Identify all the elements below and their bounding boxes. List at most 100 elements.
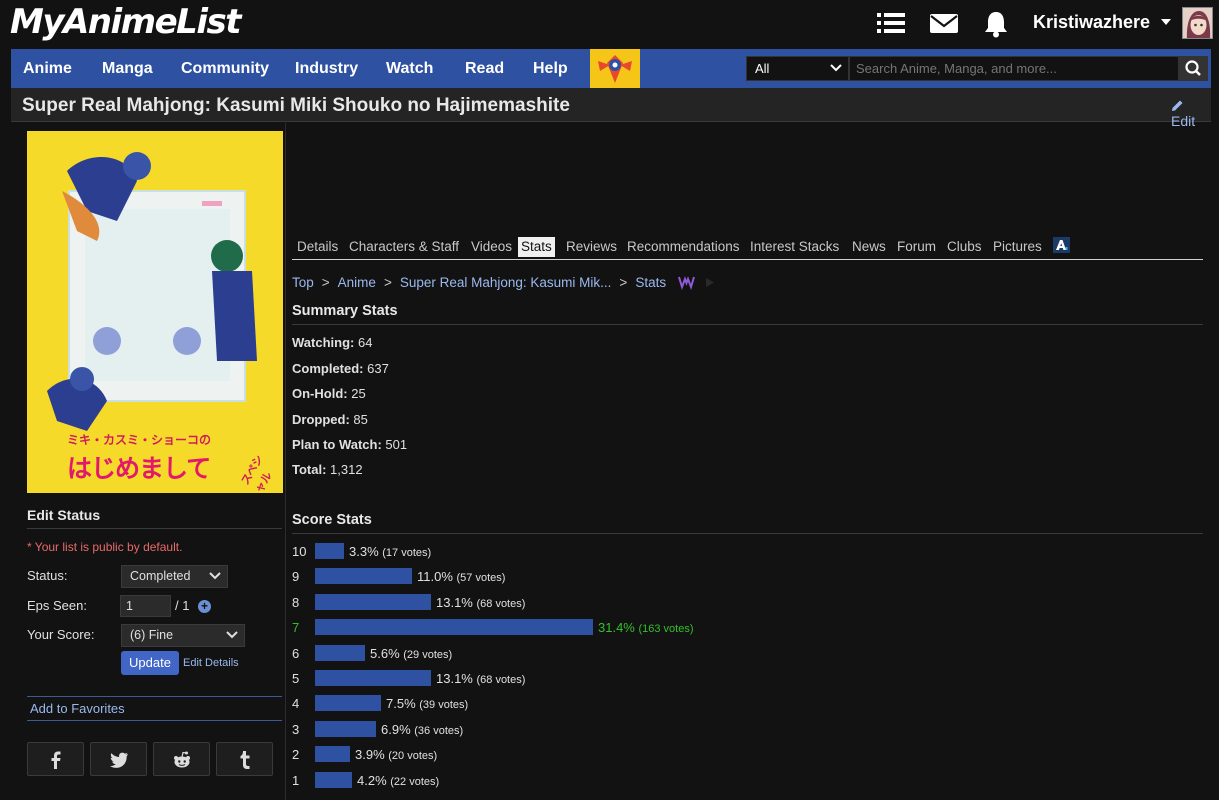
nav-help[interactable]: Help <box>533 60 568 78</box>
search-filter-select[interactable]: All <box>746 56 849 81</box>
tab-reviews[interactable]: Reviews <box>563 239 620 259</box>
score-votes: (20 votes) <box>388 750 438 763</box>
reddit-icon <box>174 751 190 768</box>
nav-manga[interactable]: Manga <box>102 60 153 78</box>
score-percent: 5.6% (29 votes) <box>370 645 453 661</box>
tab-forum[interactable]: Forum <box>894 239 939 259</box>
update-button[interactable]: Update <box>121 651 179 675</box>
breadcrumb-title[interactable]: Super Real Mahjong: Kasumi Mik... <box>400 275 612 290</box>
score-value-label: 1 <box>292 772 300 788</box>
avatar[interactable] <box>1182 7 1213 39</box>
edit-details-link[interactable]: Edit Details <box>183 657 239 669</box>
chevron-down-icon[interactable] <box>1161 19 1171 25</box>
list-icon[interactable] <box>876 10 906 36</box>
score-value-label: 9 <box>292 569 300 585</box>
score-votes: (29 votes) <box>403 648 453 661</box>
bell-icon[interactable] <box>982 10 1012 38</box>
score-row: 4 7.5% (39 votes) <box>292 695 992 713</box>
edit-status-heading: Edit Status <box>27 507 282 529</box>
score-value-label: 2 <box>292 747 300 763</box>
mail-icon[interactable] <box>929 10 959 36</box>
share-twitter-button[interactable] <box>90 742 147 776</box>
score-votes: (57 votes) <box>456 572 506 585</box>
score-row: 10 3.3% (17 votes) <box>292 543 992 561</box>
score-value-label: 4 <box>292 696 300 712</box>
nav-community[interactable]: Community <box>181 60 269 78</box>
summary-row: Dropped: 85 <box>292 412 368 427</box>
score-percent: 31.4% (163 votes) <box>598 620 694 636</box>
score-row: 9 11.0% (57 votes) <box>292 568 992 586</box>
status-value: Completed <box>130 569 191 583</box>
tab-videos[interactable]: Videos <box>468 239 515 259</box>
score-row: 2 3.9% (20 votes) <box>292 746 992 764</box>
search-input[interactable] <box>849 56 1179 81</box>
summary-value: 64 <box>357 335 373 350</box>
search-filter-value: All <box>755 61 770 76</box>
summary-label: On-Hold: <box>292 386 348 401</box>
anilist-icon[interactable] <box>1053 237 1070 253</box>
tab-stats[interactable]: Stats <box>518 237 555 257</box>
chevron-down-icon <box>830 64 842 72</box>
score-votes: (163 votes) <box>638 623 694 636</box>
favorites-box: Add to Favorites <box>27 696 282 721</box>
summary-value: 1,312 <box>330 462 363 477</box>
nav-industry[interactable]: Industry <box>295 60 358 78</box>
eps-seen-input[interactable] <box>120 595 171 617</box>
edit-label: Edit <box>1171 113 1196 129</box>
site-header: MyAnimeList Kristiwazhere <box>0 0 1219 48</box>
score-bar <box>315 746 350 763</box>
tab-interest-stacks[interactable]: Interest Stacks <box>747 239 842 259</box>
site-logo[interactable]: MyAnimeList <box>10 2 241 42</box>
chevron-down-icon <box>226 631 238 639</box>
chevron-down-icon <box>209 572 221 580</box>
tab-pictures[interactable]: Pictures <box>990 239 1045 259</box>
score-bar <box>315 670 431 686</box>
score-percent: 3.3% (17 votes) <box>349 544 432 559</box>
tab-clubs[interactable]: Clubs <box>944 239 985 259</box>
nav-watch[interactable]: Watch <box>386 60 433 78</box>
score-percent: 7.5% (39 votes) <box>386 696 469 712</box>
score-select[interactable]: (6) Fine <box>121 624 245 647</box>
tab-details[interactable]: Details <box>294 239 341 259</box>
cover-image[interactable]: ミキ・カスミ・ショーコの はじめまして スペシャル <box>27 131 283 493</box>
summary-label: Dropped: <box>292 412 350 427</box>
wikipedia-icon[interactable] <box>677 274 695 291</box>
username-menu[interactable]: Kristiwazhere <box>1033 12 1150 33</box>
tab-news[interactable]: News <box>849 239 889 259</box>
score-value-label: 6 <box>292 645 300 661</box>
share-reddit-button[interactable] <box>153 742 210 776</box>
score-bar <box>315 771 352 788</box>
share-tumblr-button[interactable] <box>216 742 273 776</box>
breadcrumb-stats[interactable]: Stats <box>635 275 666 290</box>
score-bar <box>315 568 412 585</box>
play-icon[interactable] <box>705 277 715 288</box>
share-facebook-button[interactable] <box>27 742 84 776</box>
nav-read[interactable]: Read <box>465 60 504 78</box>
eps-seen-label: Eps Seen: <box>27 598 87 613</box>
score-percent: 13.1% (68 votes) <box>436 671 526 686</box>
score-value-label: 8 <box>292 594 300 610</box>
summary-label: Total: <box>292 462 327 477</box>
score-bar <box>315 720 376 737</box>
main-nav: Anime Manga Community Industry Watch Rea… <box>11 49 1211 88</box>
status-select[interactable]: Completed <box>121 565 228 588</box>
nav-anime[interactable]: Anime <box>23 60 72 78</box>
score-bar <box>315 644 365 661</box>
increment-episode-button[interactable]: + <box>198 600 211 613</box>
tab-characters-staff[interactable]: Characters & Staff <box>346 239 462 259</box>
score-percent: 13.1% (68 votes) <box>436 594 526 610</box>
summary-label: Plan to Watch: <box>292 437 382 452</box>
score-votes: (36 votes) <box>414 724 464 737</box>
edit-button[interactable]: Edit <box>1171 97 1211 129</box>
search-button[interactable] <box>1179 56 1208 81</box>
breadcrumb-top[interactable]: Top <box>292 275 314 290</box>
score-value-label: 5 <box>292 671 300 686</box>
score-percent: 3.9% (20 votes) <box>355 747 438 763</box>
add-to-favorites-link[interactable]: Add to Favorites <box>30 701 125 716</box>
score-bar <box>315 619 593 636</box>
mascot-banner-icon[interactable] <box>590 49 640 88</box>
breadcrumb-anime[interactable]: Anime <box>338 275 376 290</box>
tab-recommendations[interactable]: Recommendations <box>624 239 743 259</box>
public-list-note: * Your list is public by default. <box>27 540 183 554</box>
summary-label: Watching: <box>292 335 355 350</box>
